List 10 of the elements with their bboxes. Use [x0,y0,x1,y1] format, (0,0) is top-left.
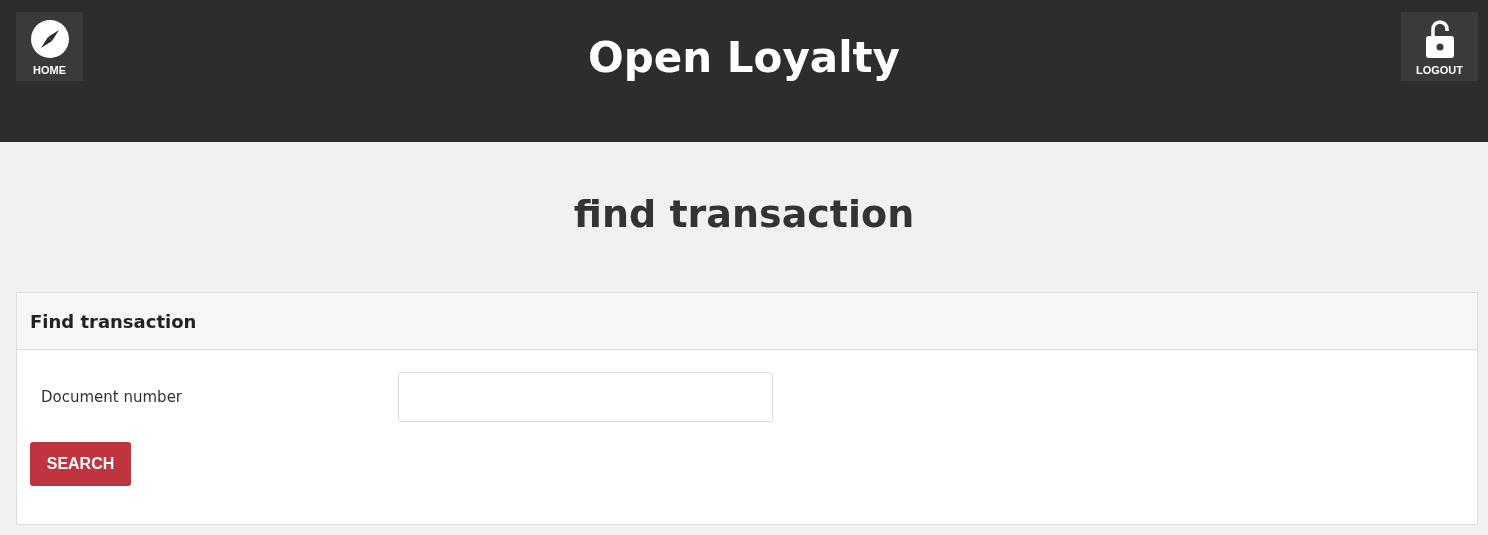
compass-icon [29,19,70,59]
field-label: Document number [41,388,184,406]
panel-title: Find transaction [30,310,197,332]
logout-button[interactable]: LOGOUT [1401,12,1478,81]
search-button[interactable]: SEARCH [30,442,131,486]
document-number-field[interactable] [398,372,773,422]
unlocked-padlock-icon [1423,19,1456,59]
home-button[interactable]: HOME [16,12,83,81]
app-title: Open Loyalty [588,33,900,82]
page-title: find transaction [573,192,915,236]
